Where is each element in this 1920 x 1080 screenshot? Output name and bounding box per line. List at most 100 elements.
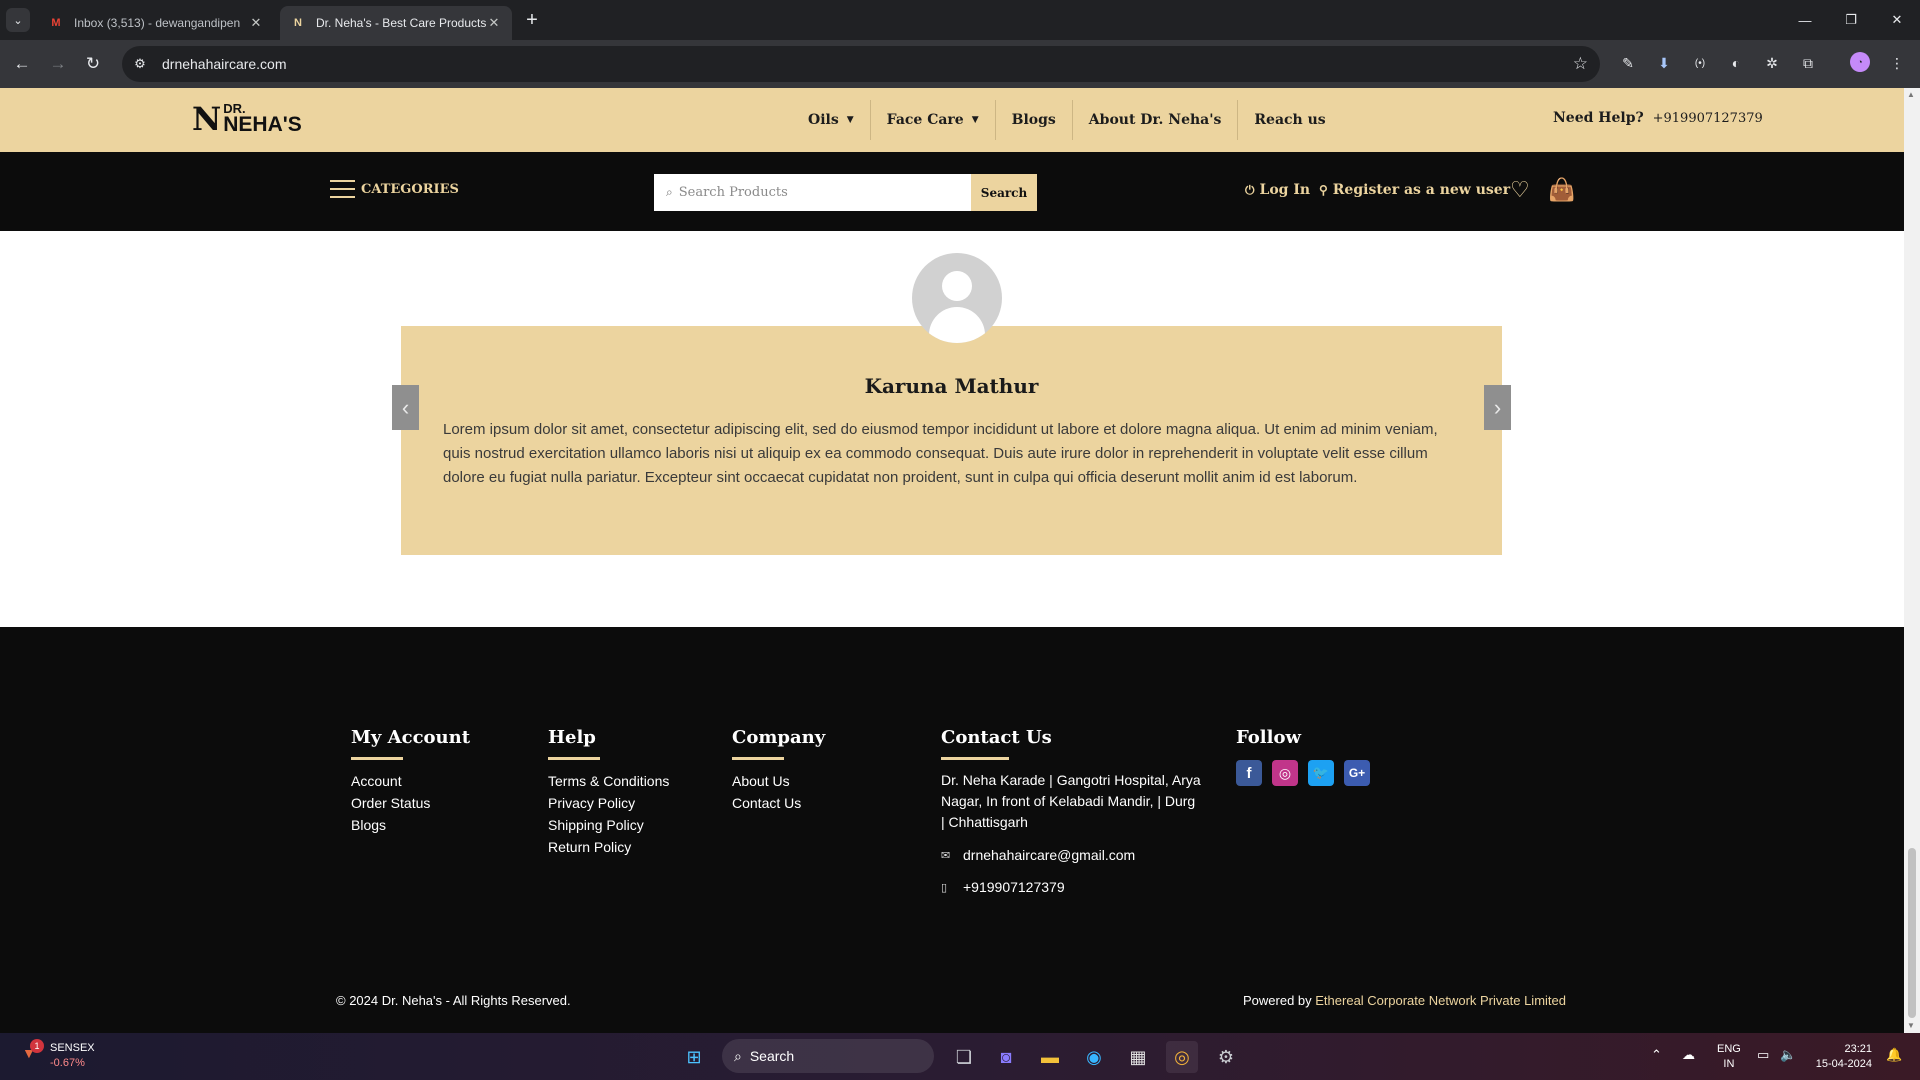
help-label: Need Help? (1553, 110, 1644, 126)
contact-phone-row[interactable]: ▯ +919907127379 (941, 879, 1201, 895)
scrollbar-thumb[interactable] (1908, 848, 1916, 1018)
hamburger-icon (330, 180, 355, 198)
testimonial-card: Karuna Mathur Lorem ipsum dolor sit amet… (401, 326, 1502, 555)
notification-bell-icon[interactable]: 🔔 (1886, 1047, 1902, 1063)
reviewer-avatar (912, 253, 1002, 343)
tab-drnehas[interactable]: N Dr. Neha's - Best Care Products ✕ (280, 6, 512, 40)
file-explorer-icon[interactable]: ▬ (1034, 1041, 1066, 1073)
shopping-bag-icon[interactable]: 👜 (1548, 177, 1575, 203)
footer-link-contact-us[interactable]: Contact Us (732, 792, 825, 814)
gear-extension-icon[interactable]: ✲ (1761, 52, 1783, 74)
input-language[interactable]: ENG IN (1717, 1042, 1741, 1072)
stock-widget[interactable]: ▼ 1 SENSEX -0.67% (22, 1039, 95, 1071)
tab-search-button[interactable]: ⌄ (6, 8, 30, 32)
nav-reach-us[interactable]: Reach us (1238, 100, 1341, 140)
footer-link-order-status[interactable]: Order Status (351, 792, 470, 814)
tab-title: Inbox (3,513) - dewangandipen (74, 16, 241, 30)
address-bar[interactable]: ⚙ drnehahaircare.com ☆ (122, 46, 1600, 82)
google-plus-icon[interactable]: G+ (1344, 760, 1370, 786)
social-icons: f ◎ 🐦 G+ (1236, 760, 1380, 786)
task-view-icon[interactable]: ❏ (948, 1041, 980, 1073)
search-icon: ⌕ (666, 185, 673, 199)
footer-heading: Follow (1236, 727, 1301, 748)
wishlist-heart-icon[interactable]: ♡ (1510, 177, 1530, 203)
settings-gear-icon[interactable]: ⚙ (1210, 1041, 1242, 1073)
reviewer-name: Karuna Mathur (864, 374, 1039, 398)
user-plus-icon: ⚲ (1319, 183, 1328, 197)
nav-oils[interactable]: Oils ▼ (792, 100, 871, 140)
restore-button[interactable]: ❐ (1828, 0, 1874, 40)
forward-button[interactable]: → (46, 52, 70, 76)
cast-extension-icon[interactable]: (•) (1689, 52, 1711, 74)
lang-line-2: IN (1723, 1058, 1735, 1070)
instagram-icon[interactable]: ◎ (1272, 760, 1298, 786)
lang-line-1: ENG (1717, 1043, 1741, 1055)
stock-badge-wrap: ▼ 1 (22, 1039, 44, 1063)
contact-email: drnehahaircare@gmail.com (963, 847, 1136, 863)
footer-heading: Company (732, 727, 826, 748)
footer-link-privacy[interactable]: Privacy Policy (548, 792, 669, 814)
footer-link-return[interactable]: Return Policy (548, 836, 669, 858)
nav-blogs[interactable]: Blogs (996, 100, 1073, 140)
facebook-icon[interactable]: f (1236, 760, 1262, 786)
bookmark-star-icon[interactable]: ☆ (1573, 54, 1588, 74)
chrome-menu-icon[interactable]: ⋮ (1886, 52, 1908, 74)
url-text: drnehahaircare.com (162, 56, 287, 72)
caret-down-icon: ▼ (846, 115, 854, 125)
back-button[interactable]: ← (10, 52, 34, 76)
footer-link-blogs[interactable]: Blogs (351, 814, 470, 836)
new-tab-button[interactable]: + (520, 8, 544, 32)
footer-link-shipping[interactable]: Shipping Policy (548, 814, 669, 836)
system-clock[interactable]: 23:21 15-04-2024 (1812, 1042, 1872, 1072)
profile-avatar[interactable]: ◔ (1850, 52, 1870, 72)
circle-extension-icon[interactable]: ◐ (1725, 52, 1747, 74)
nav-face-care[interactable]: Face Care ▼ (871, 100, 996, 140)
chrome-taskbar-icon[interactable]: ◎ (1166, 1041, 1198, 1073)
previous-slide-button[interactable]: ‹ (392, 385, 419, 430)
close-tab-icon[interactable]: ✕ (486, 15, 502, 31)
edge-browser-icon[interactable]: ◉ (1078, 1041, 1110, 1073)
categories-label: CATEGORIES (361, 181, 459, 197)
twitter-icon[interactable]: 🐦 (1308, 760, 1334, 786)
footer-link-account[interactable]: Account (351, 770, 470, 792)
volume-icon[interactable]: 🔈 (1780, 1047, 1796, 1063)
page-scrollbar[interactable]: ▲ ▼ (1904, 88, 1920, 1033)
caret-down-icon: ▼ (971, 115, 979, 125)
tab-gmail[interactable]: M Inbox (3,513) - dewangandipen ✕ (38, 6, 274, 40)
pen-extension-icon[interactable]: ✎ (1617, 52, 1639, 74)
extensions-puzzle-icon[interactable]: ⧉ (1797, 52, 1819, 74)
footer-link-about-us[interactable]: About Us (732, 770, 825, 792)
microsoft-store-icon[interactable]: ▦ (1122, 1041, 1154, 1073)
footer-link-terms[interactable]: Terms & Conditions (548, 770, 669, 792)
teams-chat-icon[interactable]: ◙ (990, 1041, 1022, 1073)
scroll-up-arrow-icon[interactable]: ▲ (1907, 90, 1915, 99)
network-icon[interactable]: ▭ (1757, 1047, 1769, 1063)
search-button[interactable]: Search (971, 174, 1037, 211)
download-extension-icon[interactable]: ⬇ (1653, 52, 1675, 74)
windows-start-icon[interactable]: ⊞ (678, 1041, 710, 1073)
close-tab-icon[interactable]: ✕ (248, 15, 264, 31)
powered-by-label: Powered by (1242, 993, 1312, 1008)
nav-about[interactable]: About Dr. Neha's (1073, 100, 1239, 140)
taskbar-search[interactable]: ⌕ Search (722, 1039, 934, 1073)
site-info-icon[interactable]: ⚙ (122, 46, 158, 82)
browser-toolbar: ← → ↻ ⚙ drnehahaircare.com ☆ ✎ ⬇ (•) ◐ ✲… (0, 40, 1920, 88)
footer-heading: Contact Us (941, 727, 1052, 748)
close-window-button[interactable]: ✕ (1874, 0, 1920, 40)
site-top-bar: N DR. NEHA'S Oils ▼ Face Care ▼ Blogs Ab… (0, 88, 1904, 152)
show-hidden-icons-chevron-icon[interactable]: ⌃ (1651, 1047, 1662, 1063)
contact-email-row[interactable]: ✉ drnehahaircare@gmail.com (941, 847, 1201, 863)
powered-by-company-link[interactable]: Ethereal Corporate Network Private Limit… (1315, 993, 1566, 1008)
search-input[interactable] (678, 185, 971, 200)
site-logo[interactable]: N DR. NEHA'S (192, 102, 302, 135)
scroll-down-arrow-icon[interactable]: ▼ (1907, 1021, 1915, 1030)
login-link[interactable]: ⏻ Log In (1245, 182, 1310, 198)
categories-menu[interactable]: CATEGORIES (330, 180, 459, 198)
minimize-button[interactable]: — (1782, 0, 1828, 40)
reload-button[interactable]: ↻ (81, 52, 105, 76)
register-link[interactable]: ⚲ Register as a new user (1319, 182, 1510, 198)
next-slide-button[interactable]: › (1484, 385, 1511, 430)
site-icon: N (294, 17, 302, 29)
onedrive-cloud-icon[interactable]: ☁ (1682, 1047, 1695, 1063)
help-contact[interactable]: Need Help? +919907127379 (1553, 110, 1763, 126)
